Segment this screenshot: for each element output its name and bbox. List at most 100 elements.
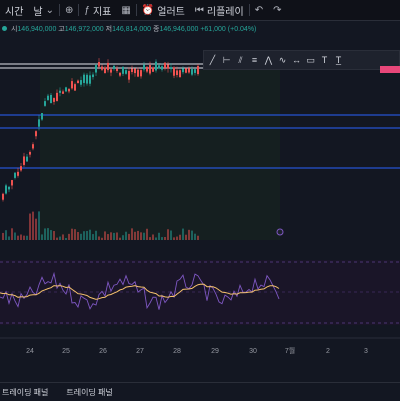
volume-bar (50, 230, 52, 240)
undo-button[interactable]: ↶ (250, 0, 268, 20)
alert-clock-icon: ⏰ (141, 4, 155, 16)
volume-bar (140, 232, 142, 240)
volume-bar (71, 228, 73, 240)
indicators-button[interactable]: ƒ 지표 (79, 0, 116, 20)
volume-bar (164, 237, 166, 240)
x-axis-label: 3 (364, 348, 368, 355)
volume-bar (95, 230, 97, 240)
volume-bar (125, 231, 127, 240)
volume-bar (197, 235, 199, 240)
long-position-icon[interactable]: ▭ (304, 52, 317, 68)
fib-retracement-icon[interactable]: ≡ (248, 52, 261, 68)
volume-bar (176, 236, 178, 240)
volume-bar (56, 237, 58, 240)
bottom-panel-bar: 트레이딩 패널 트레이딩 패널 (0, 382, 400, 401)
status-dot (2, 26, 7, 31)
timeframe-button[interactable]: 날 ⌄ (28, 0, 59, 20)
chevron-down-icon: ⌄ (45, 4, 54, 16)
volume-bar (23, 235, 25, 240)
volume-bar (29, 213, 31, 240)
volume-bar (116, 232, 118, 240)
elliott-wave-icon[interactable]: ∿ (276, 52, 289, 68)
price-chart[interactable]: 24 25 26 27 28 29 30 7월 2 3 (0, 30, 400, 370)
volume-bar (173, 237, 175, 240)
alert-label: 얼러트 (157, 6, 185, 18)
volume-bar (8, 236, 10, 240)
volume-bar (143, 232, 145, 240)
volume-bar (77, 231, 79, 240)
parallel-channel-icon[interactable]: ⫽ (234, 52, 247, 68)
volume-bar (182, 228, 184, 240)
timeframe-label: 날 (33, 6, 43, 18)
x-axis-label: 30 (249, 348, 257, 355)
volume-bar (158, 232, 160, 240)
interval-button[interactable]: 시간 (0, 0, 28, 20)
xabcd-pattern-icon[interactable]: ⋀ (262, 52, 275, 68)
volume-bar (74, 229, 76, 240)
volume-bar (17, 235, 19, 240)
drawing-toolbar: ╱ ⊢ ⫽ ≡ ⋀ ∿ ↔ ▭ T T̲ (203, 50, 400, 70)
redo-button[interactable]: ↷ (268, 0, 286, 20)
volume-bar (113, 232, 115, 240)
trading-panel-tab[interactable]: 트레이딩 패널 (66, 387, 112, 398)
text-note-icon[interactable]: T̲ (332, 52, 345, 68)
volume-bar (11, 228, 13, 240)
volume-bar (32, 211, 34, 240)
close-value: 146,946,000 (159, 26, 199, 33)
trend-line-icon[interactable]: ╱ (206, 52, 219, 68)
replay-button[interactable]: ⏮ 리플레이 (190, 0, 249, 20)
x-axis-label: 28 (173, 348, 181, 355)
volume-bar (35, 218, 37, 240)
trading-panel-tab[interactable]: 트레이딩 패널 (2, 387, 48, 398)
volume-bar (122, 235, 124, 240)
volume-bar (179, 234, 181, 240)
date-range-icon[interactable]: ↔ (290, 52, 303, 68)
volume-bar (167, 229, 169, 240)
volume-bar (59, 236, 61, 240)
oscillator-pane (0, 260, 400, 325)
volume-bar (107, 234, 109, 240)
volume-bar (47, 228, 49, 240)
volume-bar (26, 235, 28, 240)
volume-bar (155, 237, 157, 240)
x-axis-label: 24 (26, 348, 34, 355)
volume-bar (92, 234, 94, 240)
volume-bar (194, 233, 196, 240)
volume-bar (5, 230, 7, 240)
volume-bar (137, 230, 139, 240)
volume-bar (98, 236, 100, 240)
text-icon[interactable]: T (318, 52, 331, 68)
x-axis-label: 7월 (285, 346, 295, 355)
volume-bar (149, 237, 151, 240)
horizontal-ray-icon[interactable]: ⊢ (220, 52, 233, 68)
compare-icon: ⊕ (65, 4, 74, 16)
volume-bar (14, 232, 16, 240)
volume-bar (104, 231, 106, 240)
layout-button[interactable]: ▦ (116, 0, 135, 20)
volume-bar (89, 229, 91, 240)
alert-button[interactable]: ⏰ 얼러트 (137, 0, 190, 20)
interval-label: 시간 (5, 6, 24, 18)
volume-bar (62, 234, 64, 240)
x-axis-label: 29 (211, 348, 219, 355)
volume-bar (44, 228, 46, 240)
volume-bar (161, 237, 163, 240)
volume-bar (146, 228, 148, 240)
x-axis-label: 26 (99, 348, 107, 355)
volume-bar (191, 230, 193, 240)
open-value: 146,940,000 (17, 26, 57, 33)
ohlc-legend: 시146,940,000 고146,972,000 저146,814,000 종… (2, 24, 256, 34)
top-toolbar: 시간 날 ⌄ ⊕ ƒ 지표 ▦ ⏰ 얼러트 ⏮ 리플레이 ↶ ↷ (0, 0, 400, 21)
price-tag (380, 66, 400, 73)
indicators-label: 지표 (92, 6, 112, 18)
layout-icon: ▦ (121, 4, 131, 16)
volume-bar (53, 231, 55, 240)
volume-bar (119, 237, 121, 240)
x-axis-label: 27 (136, 348, 144, 355)
volume-bar (101, 237, 103, 240)
volume-bar (131, 228, 133, 240)
volume-bar (20, 234, 22, 240)
volume-bar (2, 232, 4, 240)
compare-button[interactable]: ⊕ (60, 0, 78, 20)
volume-bar (134, 231, 136, 240)
